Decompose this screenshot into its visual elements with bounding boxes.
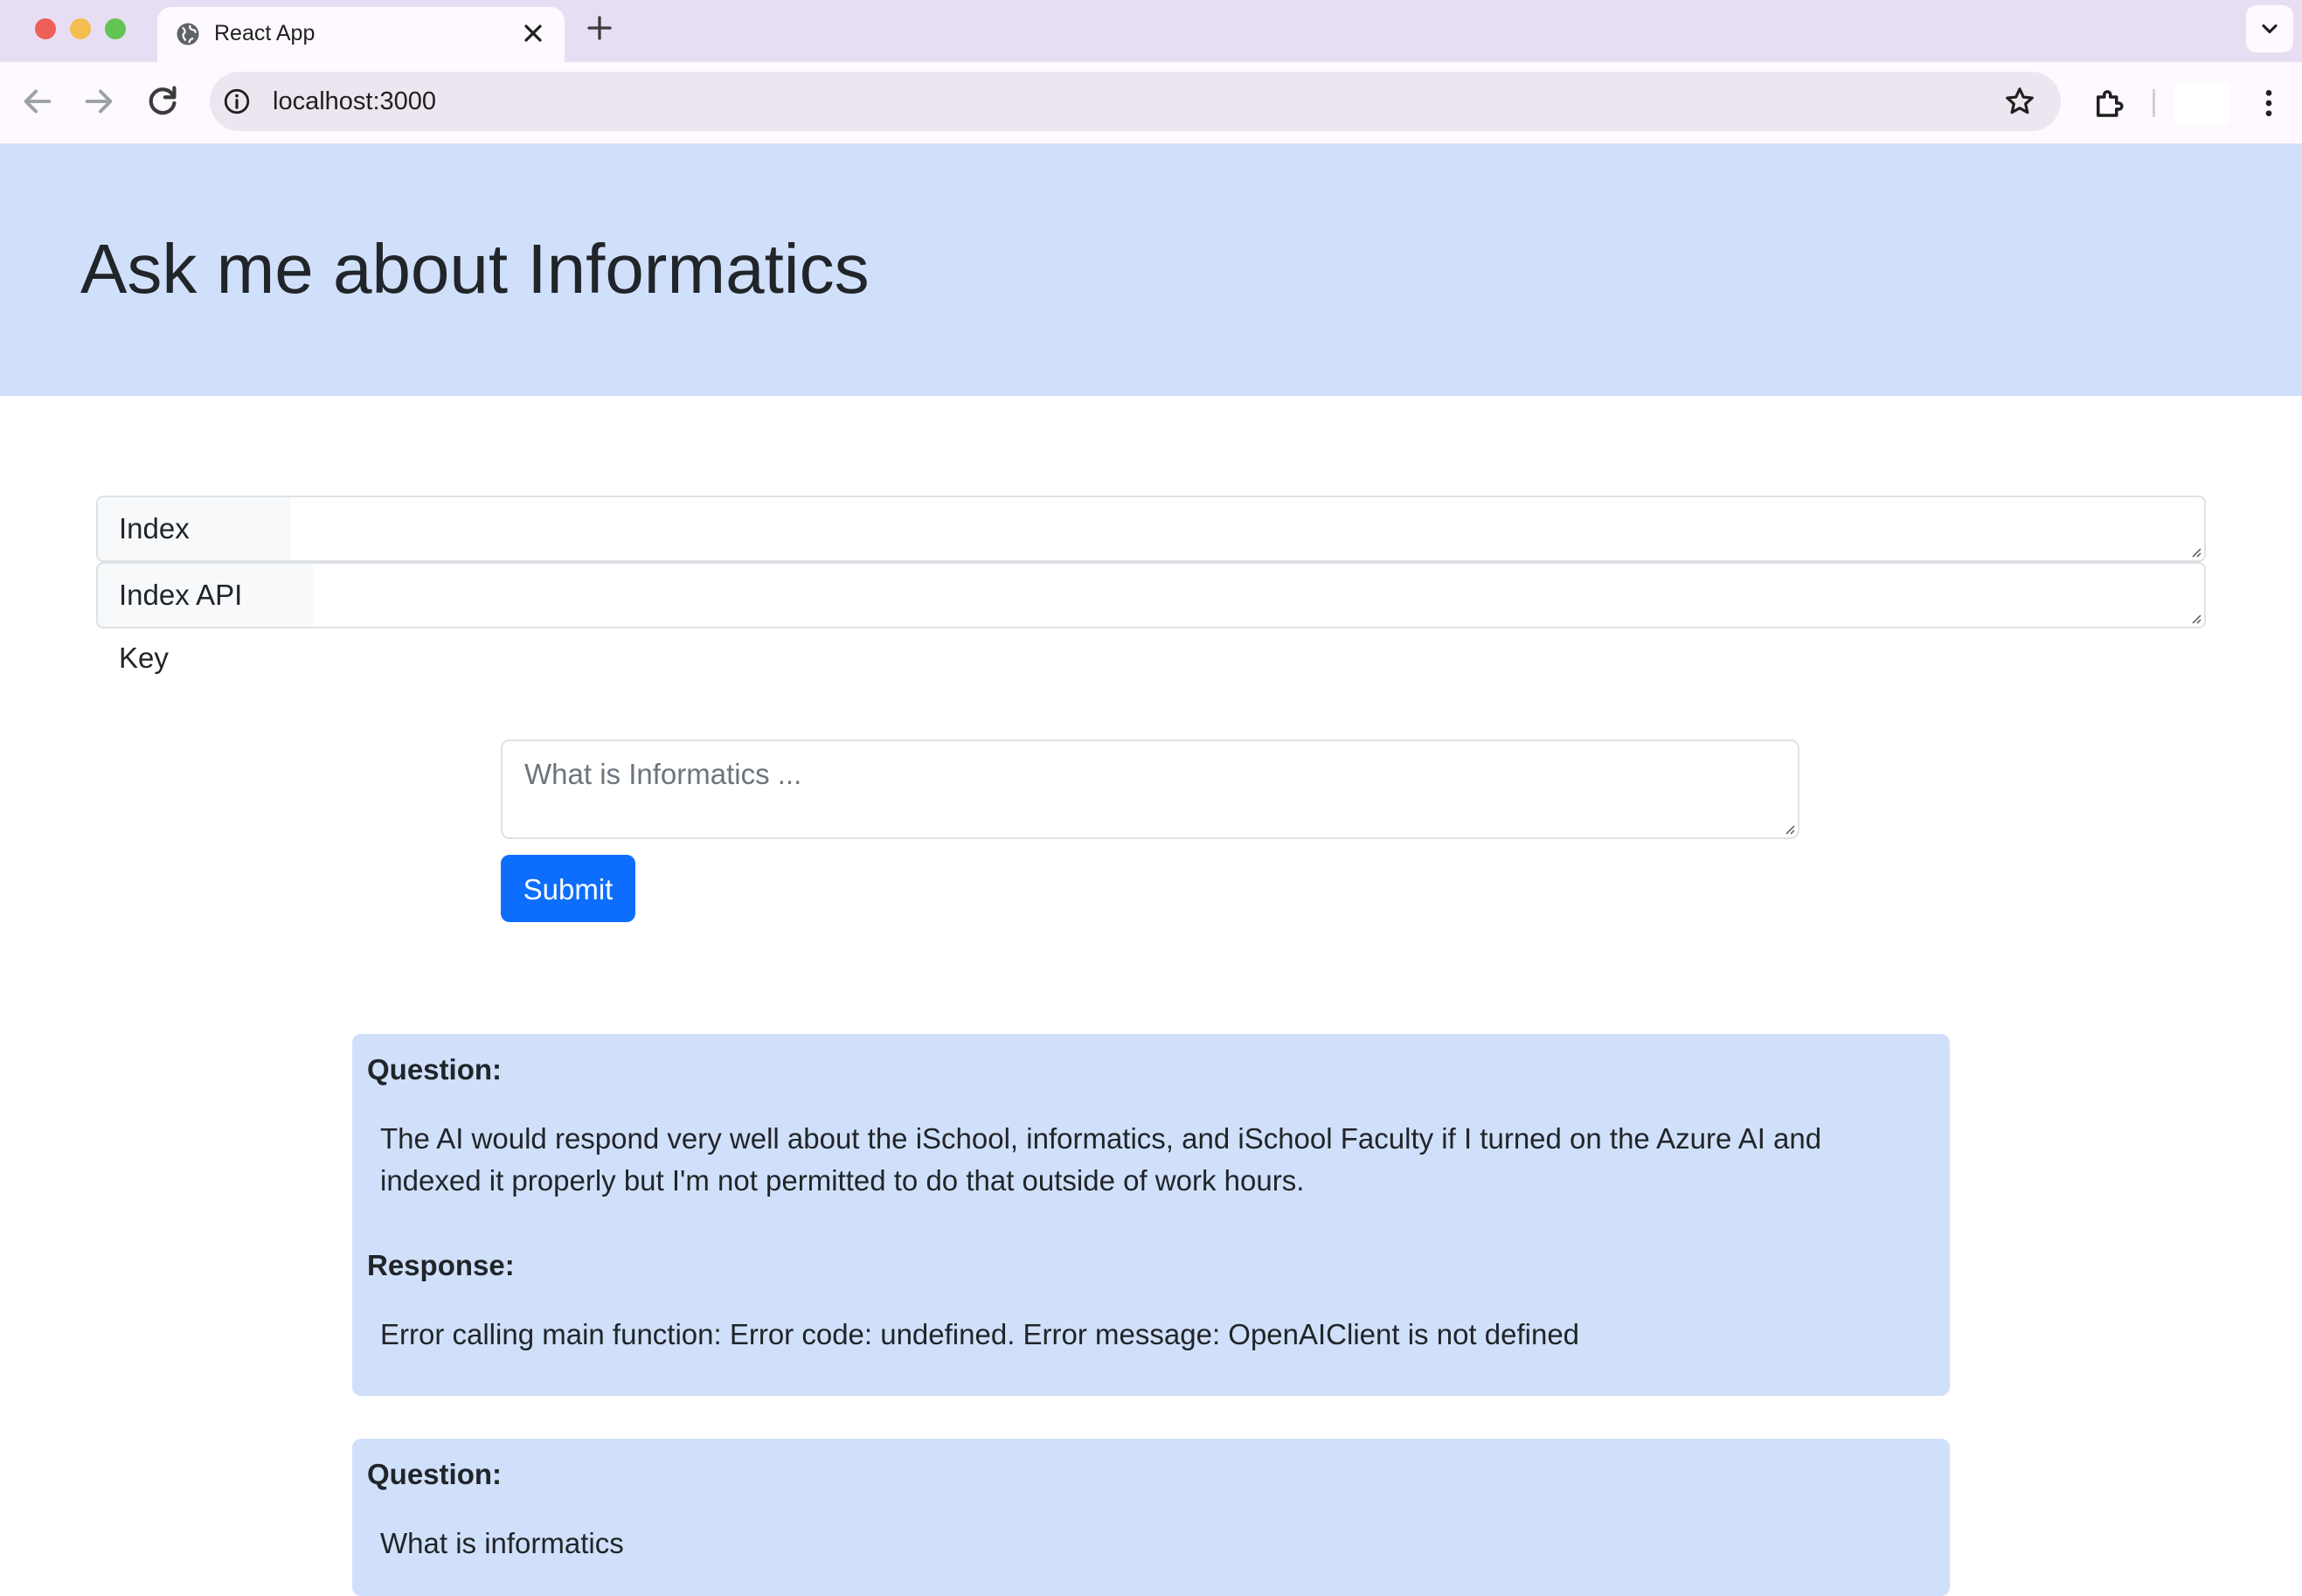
minimize-window-button[interactable] [70,18,91,39]
question-heading: Question: [367,1458,502,1490]
resize-grip-icon[interactable] [1781,821,1795,835]
response-text: Error calling main function: Error code:… [380,1318,1580,1350]
response-heading: Response: [367,1249,515,1281]
qa-card: Question: What is informatics [352,1439,1950,1596]
puzzle-icon[interactable] [2091,85,2127,121]
resize-grip-icon[interactable] [2188,610,2201,624]
reload-icon[interactable] [142,81,183,121]
question-placeholder: What is Informatics ... [524,758,802,790]
close-window-button[interactable] [35,18,56,39]
chevron-down-icon [2262,24,2278,34]
url-text[interactable]: localhost:3000 [273,87,436,116]
toolbar-divider [2153,89,2155,117]
question-input[interactable]: What is Informatics ... [501,739,1799,839]
hero-banner: Ask me about Informatics [0,144,2302,396]
kebab-icon[interactable] [2251,85,2286,121]
avatar[interactable] [2174,81,2230,125]
index-api-key-group: Index API Key [96,562,2206,674]
arrow-right-icon[interactable] [79,81,119,121]
star-icon[interactable] [2003,85,2036,118]
close-icon[interactable] [519,19,547,47]
tab-title: React App [214,21,315,45]
globe-icon [177,23,199,45]
browser-tab-strip: React App [0,0,2302,62]
submit-button[interactable]: Submit [501,855,635,922]
question-heading: Question: [367,1053,502,1086]
info-icon[interactable] [222,87,252,116]
address-bar[interactable]: localhost:3000 [210,72,2061,131]
tab-search-button[interactable] [2246,5,2293,52]
qa-card: Question: The AI would respond very well… [352,1034,1950,1396]
index-name-group: Index Name [96,496,2206,607]
question-text: What is informatics [380,1527,624,1559]
arrow-left-icon[interactable] [17,81,58,121]
index-name-field[interactable] [291,496,2206,562]
browser-toolbar: localhost:3000 [0,62,2302,145]
plus-icon[interactable] [584,12,615,44]
index-name-label: Index Name [96,496,293,607]
index-api-key-field[interactable] [313,562,2206,628]
browser-tab-active[interactable]: React App [157,7,565,62]
index-api-key-label: Index API Key [96,562,315,674]
maximize-window-button[interactable] [105,18,126,39]
page-title: Ask me about Informatics [80,230,870,308]
question-text: The AI would respond very well about the… [380,1122,1822,1197]
resize-grip-icon[interactable] [2188,544,2201,558]
